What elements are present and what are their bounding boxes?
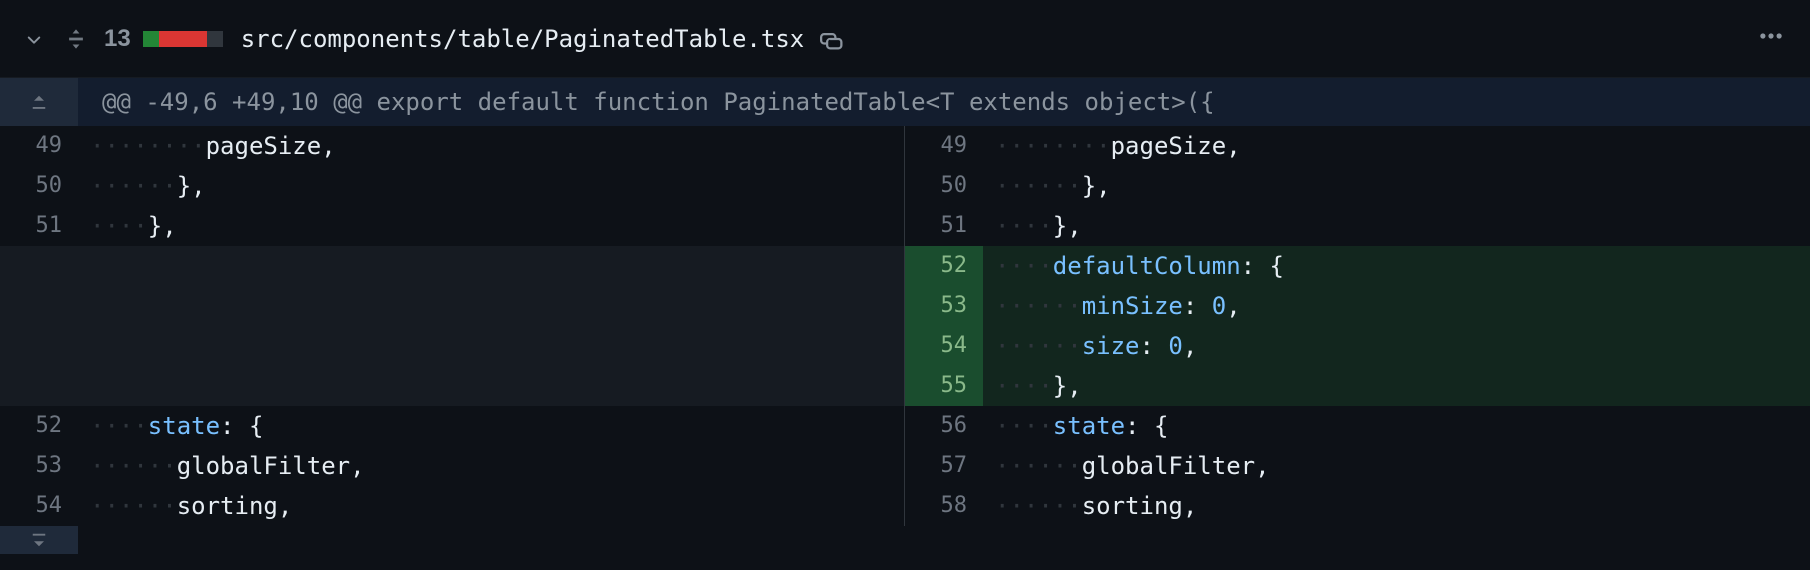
code-content: ······size: 0, (983, 326, 1810, 366)
diff-square (175, 31, 191, 47)
code-content: ····}, (983, 366, 1810, 406)
line-number[interactable]: 54 (0, 486, 78, 526)
code-content: ······sorting, (78, 486, 904, 526)
diff-square (191, 31, 207, 47)
code-content: ········pageSize, (983, 126, 1810, 166)
diff-line[interactable]: 50······}, (905, 166, 1810, 206)
diff-line[interactable]: 54······sorting, (0, 486, 904, 526)
code-content: ········pageSize, (78, 126, 904, 166)
line-number[interactable]: 55 (905, 366, 983, 406)
line-number[interactable]: 51 (0, 206, 78, 246)
hunk-footer (0, 526, 1810, 554)
code-content (78, 366, 904, 406)
diff-line[interactable]: 50······}, (0, 166, 904, 206)
line-number[interactable]: 52 (905, 246, 983, 286)
code-content (78, 326, 904, 366)
file-menu-kebab-icon[interactable] (1758, 23, 1784, 54)
hunk-header: @@ -49,6 +49,10 @@ export default functi… (0, 78, 1810, 126)
code-content: ····state: { (983, 406, 1810, 446)
diff-line[interactable]: 56····state: { (905, 406, 1810, 446)
collapse-toggle[interactable] (20, 25, 48, 53)
line-number[interactable]: 49 (0, 126, 78, 166)
diff-line[interactable]: 57······globalFilter, (905, 446, 1810, 486)
comment-count: 13 (104, 25, 131, 53)
code-content (78, 246, 904, 286)
diff-line[interactable]: 49········pageSize, (0, 126, 904, 166)
diff-line[interactable]: 54······size: 0, (905, 326, 1810, 366)
diff-line[interactable]: 53······minSize: 0, (905, 286, 1810, 326)
diff-line[interactable]: 58······sorting, (905, 486, 1810, 526)
diff-square (159, 31, 175, 47)
line-number[interactable]: 57 (905, 446, 983, 486)
line-number[interactable]: 50 (905, 166, 983, 206)
line-number[interactable]: 50 (0, 166, 78, 206)
diff-empty-row (0, 246, 904, 286)
code-content: ······globalFilter, (78, 446, 904, 486)
line-number (0, 366, 78, 406)
line-number[interactable]: 56 (905, 406, 983, 446)
diff-empty-row (0, 366, 904, 406)
hunk-text: @@ -49,6 +49,10 @@ export default functi… (78, 88, 1810, 116)
line-number (0, 326, 78, 366)
code-content: ······sorting, (983, 486, 1810, 526)
diff-line[interactable]: 51····}, (0, 206, 904, 246)
copy-path-icon[interactable] (820, 27, 844, 51)
code-content: ····}, (78, 206, 904, 246)
diff-stat-squares (143, 31, 223, 47)
diff-left-side: 49········pageSize,50······},51····},52·… (0, 126, 905, 526)
line-number[interactable]: 49 (905, 126, 983, 166)
line-number[interactable]: 53 (0, 446, 78, 486)
code-content: ······}, (983, 166, 1810, 206)
diff-right-side: 49········pageSize,50······},51····},52·… (905, 126, 1810, 526)
line-number (0, 286, 78, 326)
code-content: ····state: { (78, 406, 904, 446)
diff-empty-row (0, 326, 904, 366)
diff-square (143, 31, 159, 47)
diff-line[interactable]: 52····state: { (0, 406, 904, 446)
diff-body: 49········pageSize,50······},51····},52·… (0, 126, 1810, 526)
file-path[interactable]: src/components/table/PaginatedTable.tsx (241, 25, 805, 53)
expand-down-icon[interactable] (0, 526, 78, 554)
code-content: ······}, (78, 166, 904, 206)
code-content (78, 286, 904, 326)
expand-up-icon[interactable] (0, 78, 78, 126)
line-number[interactable]: 58 (905, 486, 983, 526)
file-header: 13 src/components/table/PaginatedTable.t… (0, 0, 1810, 78)
line-number[interactable]: 52 (0, 406, 78, 446)
diff-line[interactable]: 53······globalFilter, (0, 446, 904, 486)
code-content: ····}, (983, 206, 1810, 246)
code-content: ······globalFilter, (983, 446, 1810, 486)
diff-line[interactable]: 55····}, (905, 366, 1810, 406)
expand-all-icon[interactable] (62, 25, 90, 53)
line-number (0, 246, 78, 286)
line-number[interactable]: 54 (905, 326, 983, 366)
diff-empty-row (0, 286, 904, 326)
diff-line[interactable]: 51····}, (905, 206, 1810, 246)
code-content: ····defaultColumn: { (983, 246, 1810, 286)
line-number[interactable]: 51 (905, 206, 983, 246)
diff-line[interactable]: 52····defaultColumn: { (905, 246, 1810, 286)
diff-line[interactable]: 49········pageSize, (905, 126, 1810, 166)
diff-square (207, 31, 223, 47)
code-content: ······minSize: 0, (983, 286, 1810, 326)
line-number[interactable]: 53 (905, 286, 983, 326)
